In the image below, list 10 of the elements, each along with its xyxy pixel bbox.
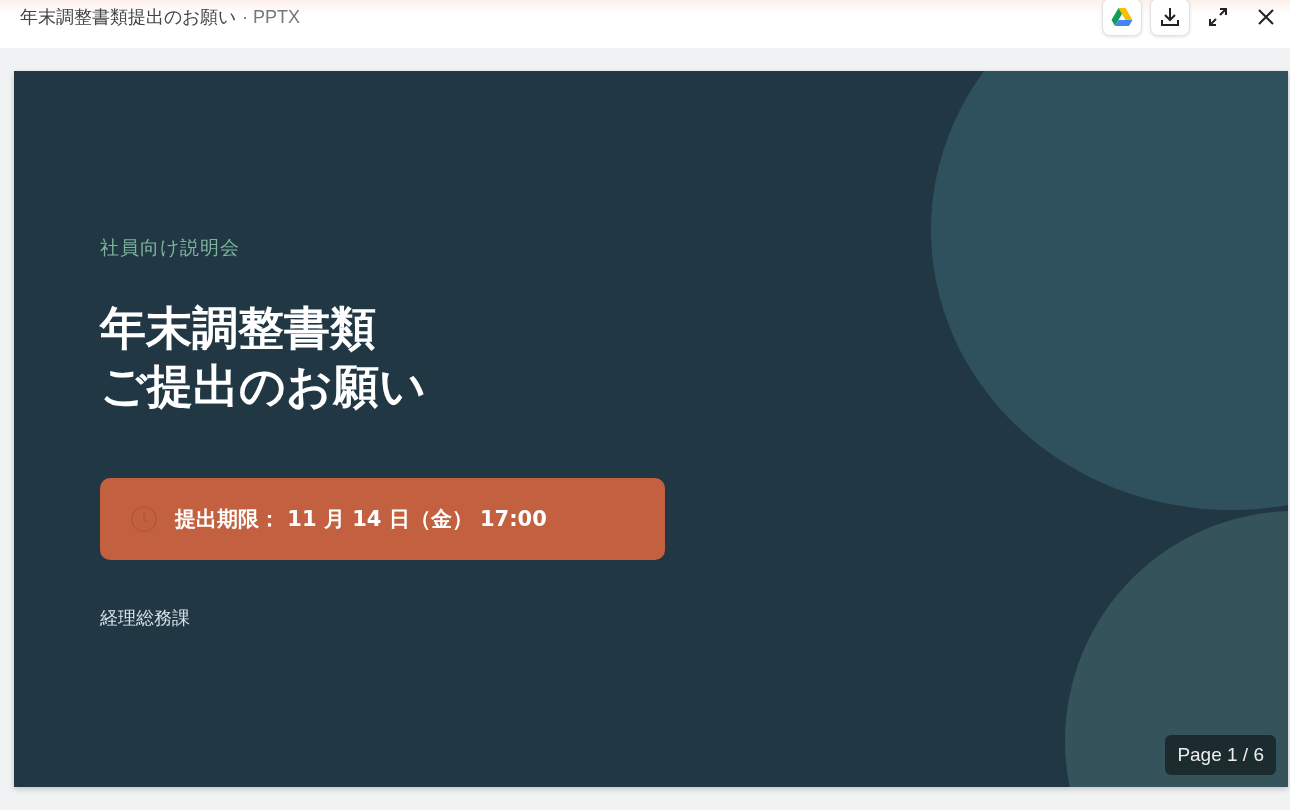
file-name: 年末調整書類提出のお願い	[20, 5, 236, 29]
page-indicator: Page 1 / 6	[1165, 735, 1276, 775]
drive-icon[interactable]	[1102, 0, 1142, 36]
slide-title: ご提出のお願い	[100, 358, 426, 415]
file-type: · PPTX	[242, 7, 300, 28]
download-icon[interactable]	[1150, 0, 1190, 36]
slide-title: 年末調整書類	[100, 300, 376, 357]
deadline-text: 提出期限： 11 月 14 日（金） 17:00	[175, 506, 547, 533]
slide-subtitle: 社員向け説明会	[100, 235, 241, 260]
department-name: 経理総務課	[100, 606, 190, 630]
